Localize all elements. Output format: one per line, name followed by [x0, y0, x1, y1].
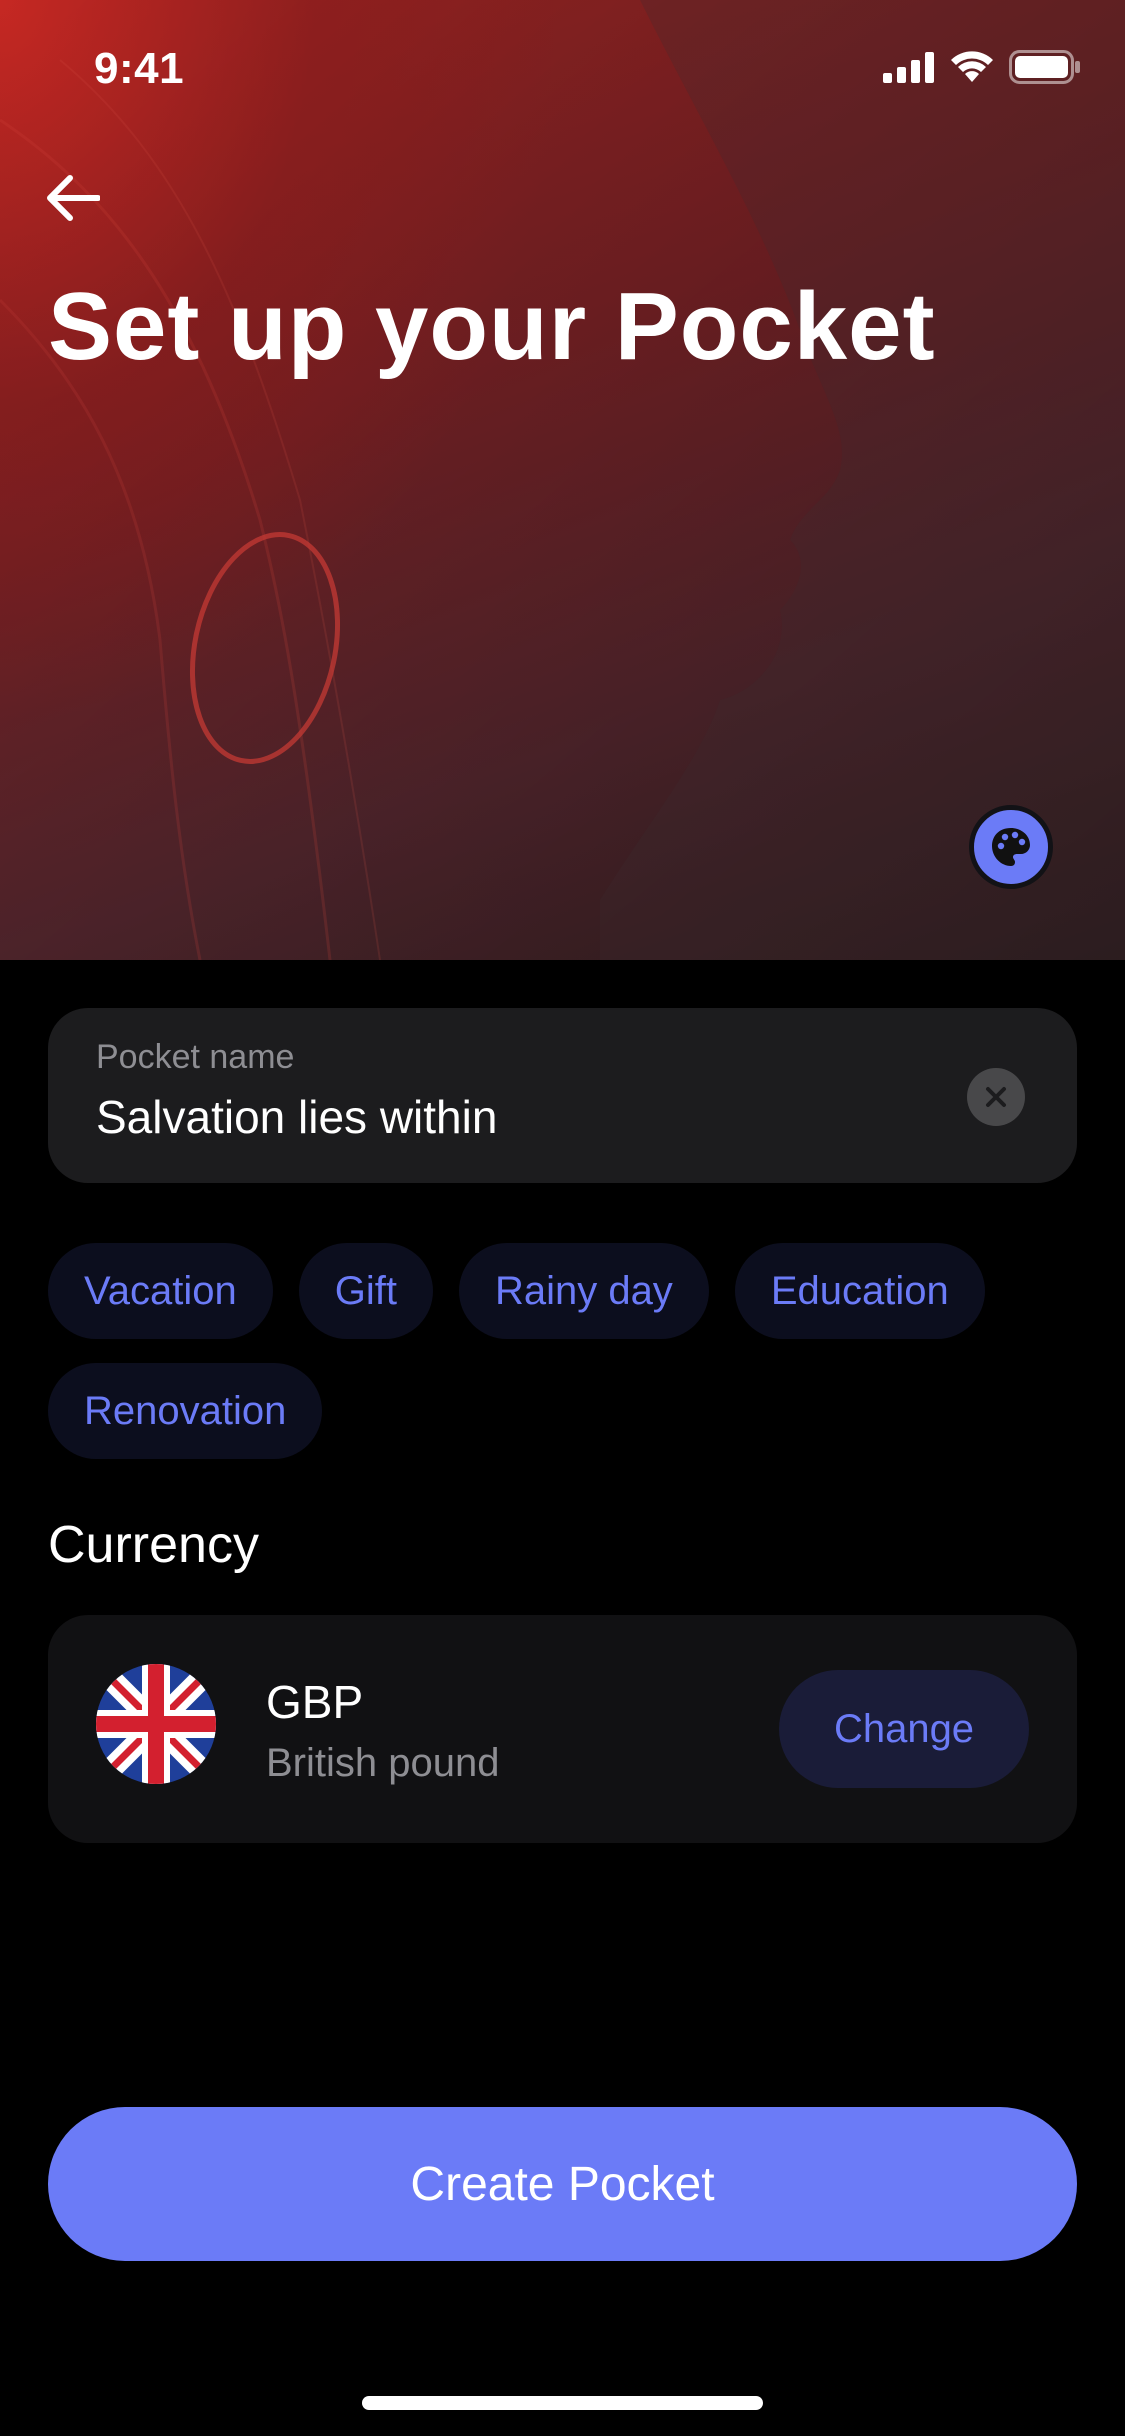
palette-icon — [992, 828, 1030, 866]
battery-icon — [1009, 50, 1080, 84]
chip-gift[interactable]: Gift — [298, 1243, 433, 1339]
signal-icon — [883, 52, 934, 83]
currency-name: British pound — [266, 1741, 500, 1785]
status-time: 9:41 — [94, 44, 185, 93]
hero-background: 9:41 Set up your Pocket — [0, 0, 1125, 960]
page-title: Set up your Pocket — [48, 273, 936, 380]
chip-rainy-day[interactable]: Rainy day — [458, 1243, 709, 1339]
uk-flag-icon — [96, 1664, 216, 1784]
create-pocket-button[interactable]: Create Pocket — [48, 2107, 1077, 2261]
currency-code: GBP — [266, 1676, 364, 1728]
wifi-icon — [951, 51, 993, 82]
chip-vacation[interactable]: Vacation — [48, 1243, 273, 1339]
hero-photo — [0, 0, 1125, 960]
chip-education[interactable]: Education — [734, 1243, 985, 1339]
back-arrow-icon — [47, 175, 100, 221]
clear-icon — [986, 1087, 1006, 1107]
pocket-name-label: Pocket name — [96, 1038, 295, 1076]
currency-card: GBP British pound Change — [48, 1615, 1077, 1843]
currency-section-title: Currency — [48, 1516, 259, 1574]
home-indicator[interactable] — [362, 2396, 763, 2410]
pocket-name-field[interactable]: Pocket name Salvation lies within — [48, 1008, 1077, 1183]
change-currency-button[interactable]: Change — [779, 1670, 1029, 1788]
pocket-name-input[interactable]: Salvation lies within — [96, 1090, 497, 1144]
status-icons — [883, 50, 1081, 84]
suggestion-chips: Vacation Gift Rainy day Education Renova… — [48, 1243, 1088, 1459]
theme-picker-button[interactable] — [969, 805, 1053, 889]
chip-renovation[interactable]: Renovation — [48, 1363, 323, 1459]
back-button[interactable] — [44, 168, 114, 228]
clear-button[interactable] — [967, 1068, 1025, 1126]
